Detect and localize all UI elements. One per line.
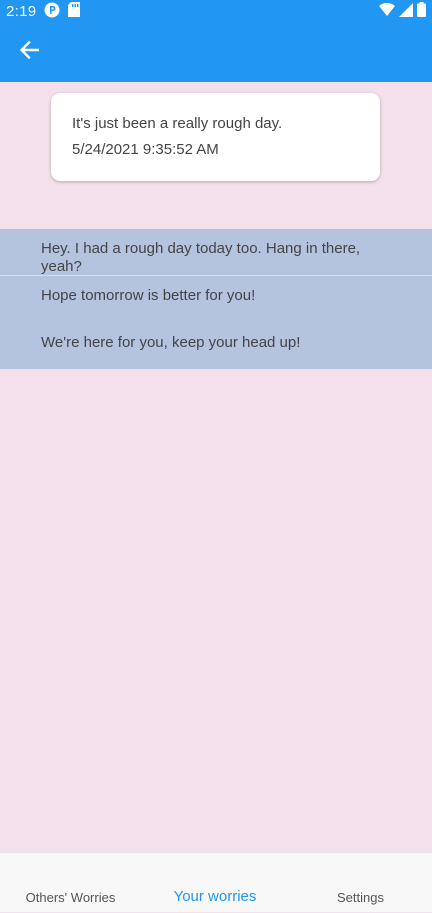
bottom-nav: Others' Worries Your worries Settings (0, 852, 432, 912)
sd-card-icon (68, 2, 81, 21)
app-bar (0, 23, 432, 82)
status-left-icons (44, 2, 81, 22)
worry-date: 5/24/2021 9:35:52 AM (72, 141, 219, 158)
tab-settings-label: Settings (337, 890, 384, 905)
tab-your-worries[interactable]: Your worries (141, 853, 289, 913)
status-bar: 2:19 (0, 0, 432, 23)
back-button[interactable] (16, 40, 42, 66)
app-notification-icon (44, 2, 60, 22)
responses-list[interactable]: Hey. I had a rough day today too. Hang i… (0, 229, 432, 369)
tab-others-worries-label: Others' Worries (25, 890, 116, 905)
battery-icon (417, 2, 426, 21)
response-item: Hope tomorrow is better for you! (41, 287, 256, 304)
status-right-icons (379, 2, 426, 21)
arrow-left-icon (19, 40, 40, 64)
worry-card: It's just been a really rough day. 5/24/… (51, 93, 380, 181)
response-item: Hey. I had a rough day today too. Hang i… (41, 240, 361, 275)
response-divider (0, 275, 432, 276)
response-item: We're here for you, keep your head up! (41, 334, 301, 351)
tab-others-worries[interactable]: Others' Worries (0, 853, 141, 913)
status-time: 2:19 (6, 3, 37, 20)
content-area: It's just been a really rough day. 5/24/… (0, 82, 432, 852)
wifi-icon (379, 2, 395, 21)
worry-text: It's just been a really rough day. (72, 115, 283, 132)
tab-your-worries-label: Your worries (173, 888, 257, 905)
tab-settings[interactable]: Settings (289, 853, 432, 913)
signal-icon (399, 2, 413, 21)
